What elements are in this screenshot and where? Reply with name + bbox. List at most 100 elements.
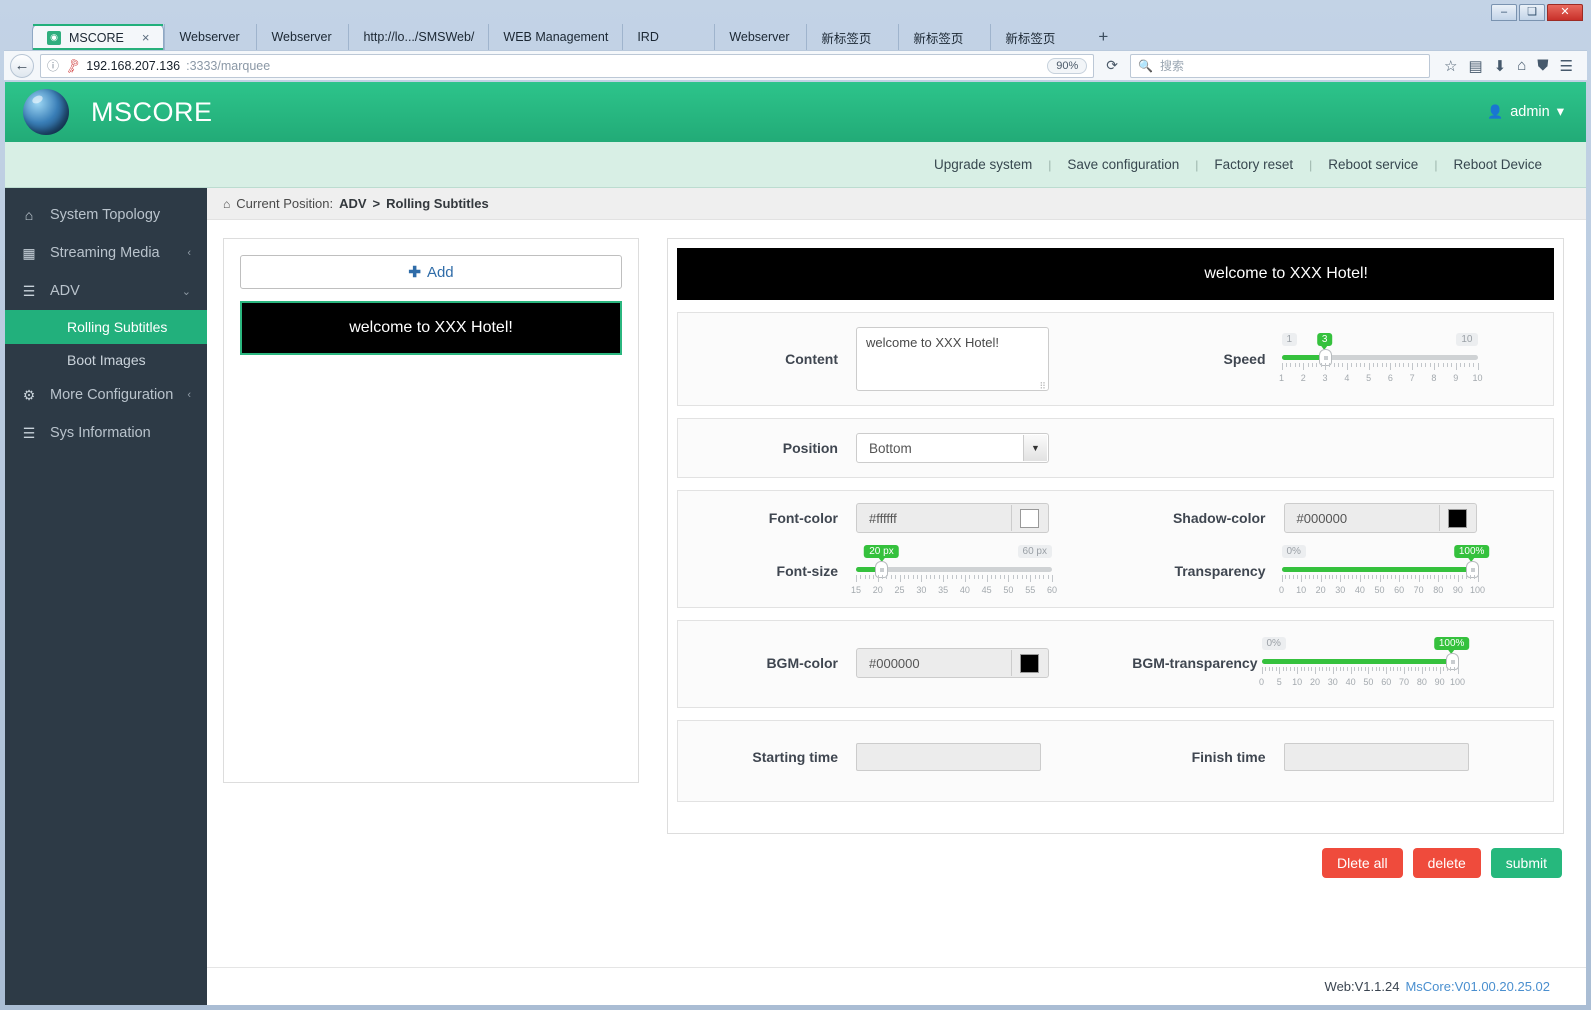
browser-tab-8[interactable]: 新标签页 — [898, 24, 990, 50]
ruler-minor-tick — [991, 575, 993, 579]
font-size-slider[interactable]: 60 px 20 px 15 20 25 30 35 40 45 50 55 60 — [851, 545, 1057, 597]
tab-label: Webserver — [729, 30, 790, 44]
ruler-minor-tick — [960, 575, 962, 579]
sidebar-item-sys-information[interactable]: ☰ Sys Information — [5, 414, 207, 452]
sidebar-item-more-configuration[interactable]: ⚙ More Configuration ‹ — [5, 376, 207, 414]
minimize-button[interactable]: – — [1491, 4, 1517, 21]
font-size-slider-track[interactable] — [856, 561, 1052, 578]
ruler-minor-tick — [1364, 363, 1366, 367]
maximize-button[interactable]: ❑ — [1519, 4, 1545, 21]
upgrade-system-link[interactable]: Upgrade system — [918, 157, 1048, 172]
shadow-color-label: Shadow-color — [1172, 510, 1266, 526]
menu-icon[interactable]: ☰ — [1560, 57, 1573, 75]
ruler-tick — [921, 575, 923, 582]
close-icon[interactable]: × — [132, 30, 150, 45]
reload-icon[interactable]: ⟳ — [1100, 57, 1124, 74]
starting-time-input[interactable] — [856, 743, 1041, 771]
broken-lock-icon[interactable]: 🗝 — [63, 56, 82, 74]
address-bar[interactable]: ⓘ 🗝 192.168.207.136:3333/marquee 90% — [40, 53, 1095, 78]
chevron-down-icon[interactable]: ▼ — [1023, 435, 1047, 461]
save-configuration-link[interactable]: Save configuration — [1051, 157, 1195, 172]
back-button[interactable]: ← — [10, 53, 34, 78]
delete-button[interactable]: delete — [1412, 848, 1481, 878]
ruler-minor-tick — [1322, 667, 1324, 671]
library-icon[interactable]: ▤ — [1468, 57, 1482, 75]
ruler-tick-label: 80 — [1416, 677, 1427, 687]
shadow-color-input[interactable]: #000000 — [1283, 503, 1477, 533]
list-item[interactable]: welcome to XXX Hotel! — [240, 301, 622, 355]
ruler-minor-tick — [1338, 363, 1340, 367]
ruler-tick — [986, 575, 988, 582]
new-tab-button[interactable]: + — [1082, 24, 1124, 50]
browser-tab-9[interactable]: 新标签页 — [990, 24, 1082, 50]
home-icon[interactable]: ⌂ — [1517, 57, 1526, 74]
bgm-transparency-slider-track[interactable] — [1261, 653, 1459, 670]
factory-reset-link[interactable]: Factory reset — [1198, 157, 1309, 172]
delete-all-button[interactable]: Dlete all — [1322, 848, 1403, 878]
ruler-tick-label: 20 — [1315, 585, 1326, 595]
info-icon[interactable]: ⓘ — [47, 57, 59, 74]
bgm-color-input[interactable]: #000000 — [856, 648, 1049, 678]
sidebar-item-rolling-subtitles[interactable]: Rolling Subtitles — [5, 310, 207, 344]
reboot-service-link[interactable]: Reboot service — [1312, 157, 1434, 172]
font-size-label: Font-size — [776, 563, 838, 579]
sidebar-item-adv[interactable]: ☰ ADV ⌄ — [5, 272, 207, 310]
chevron-left-icon: ‹ — [187, 389, 191, 401]
zoom-level-badge[interactable]: 90% — [1047, 57, 1088, 74]
font-color-input[interactable]: #ffffff — [856, 503, 1049, 533]
transparency-slider-track[interactable] — [1281, 561, 1479, 578]
speed-ruler: 1 2 3 4 5 6 7 8 9 10 — [1279, 363, 1483, 385]
position-fieldset: Position Bottom ▼ — [677, 418, 1554, 478]
browser-tab-3[interactable]: http://lo.../SMSWeb/ — [348, 24, 488, 50]
breadcrumb: ⌂ Current Position: ADV > Rolling Subtit… — [207, 188, 1586, 220]
font-color-swatch-button[interactable] — [1011, 505, 1047, 531]
browser-tab-mscore[interactable]: ◉ MSCORE × — [32, 24, 165, 50]
browser-tab-4[interactable]: WEB Management — [488, 24, 622, 50]
sidebar-item-boot-images[interactable]: Boot Images — [5, 344, 207, 376]
browser-tab-7[interactable]: 新标签页 — [806, 24, 898, 50]
ruler-minor-tick — [1464, 363, 1466, 367]
form-actions: Dlete all delete submit — [207, 834, 1586, 878]
ruler-minor-tick — [1265, 667, 1267, 671]
user-menu[interactable]: 👤 admin ▾ — [1487, 104, 1564, 120]
ruler-minor-tick — [1411, 667, 1413, 671]
browser-tab-6[interactable]: Webserver — [714, 24, 806, 50]
ruler-minor-tick — [1414, 575, 1416, 579]
ruler-minor-tick — [930, 575, 932, 579]
ruler-minor-tick — [882, 575, 884, 579]
speed-slider[interactable]: 1 10 3 1 2 3 4 5 6 7 8 9 10 — [1279, 333, 1483, 385]
download-icon[interactable]: ⬇ — [1494, 57, 1507, 75]
star-icon[interactable]: ☆ — [1444, 57, 1457, 75]
sidebar-item-streaming-media[interactable]: ▦ Streaming Media ‹ — [5, 234, 207, 272]
add-button-label: Add — [426, 263, 454, 281]
tab-label: 新标签页 — [1005, 31, 1056, 46]
ruler-minor-tick — [1442, 363, 1444, 367]
speed-slider-track[interactable] — [1281, 349, 1478, 366]
bgm-color-swatch-button[interactable] — [1011, 650, 1047, 676]
browser-tab-5[interactable]: IRD — [622, 24, 714, 50]
main-content: ⌂ Current Position: ADV > Rolling Subtit… — [207, 188, 1586, 1005]
ruler-minor-tick — [886, 575, 888, 579]
breadcrumb-parent[interactable]: ADV — [339, 196, 366, 211]
browser-tab-1[interactable]: Webserver — [164, 24, 256, 50]
bgm-transparency-slider[interactable]: 0% 100% 0 5 10 20 30 40 50 60 70 80 90 100 — [1259, 637, 1470, 689]
sidebar-item-system-topology[interactable]: ⌂ System Topology — [5, 196, 207, 234]
browser-tab-2[interactable]: Webserver — [256, 24, 348, 50]
ruler-minor-tick — [1021, 575, 1023, 579]
browser-toolbar-icons: ☆ ▤ ⬇ ⌂ ⛊ ☰ — [1436, 57, 1581, 75]
globe-logo-icon — [23, 89, 69, 135]
content-textarea[interactable]: welcome to XXX Hotel! — [856, 327, 1049, 392]
shield-icon[interactable]: ⛊ — [1537, 57, 1548, 74]
sidebar-subitem-label: Rolling Subtitles — [67, 319, 168, 335]
finish-time-input[interactable] — [1283, 743, 1469, 771]
position-select[interactable]: Bottom ▼ — [856, 433, 1049, 463]
search-input[interactable]: 🔍 搜索 — [1130, 53, 1430, 78]
submit-button[interactable]: submit — [1490, 848, 1562, 878]
reboot-device-link[interactable]: Reboot Device — [1437, 157, 1558, 172]
shadow-color-swatch-button[interactable] — [1438, 505, 1475, 531]
close-window-button[interactable]: ✕ — [1547, 4, 1583, 21]
ruler-tick-label: 100 — [1469, 585, 1486, 595]
ruler-minor-tick — [1034, 575, 1036, 579]
transparency-slider[interactable]: 0% 100% 0 10 20 30 40 50 60 70 80 90 100 — [1279, 545, 1490, 597]
add-button[interactable]: ✚ Add — [240, 255, 622, 289]
